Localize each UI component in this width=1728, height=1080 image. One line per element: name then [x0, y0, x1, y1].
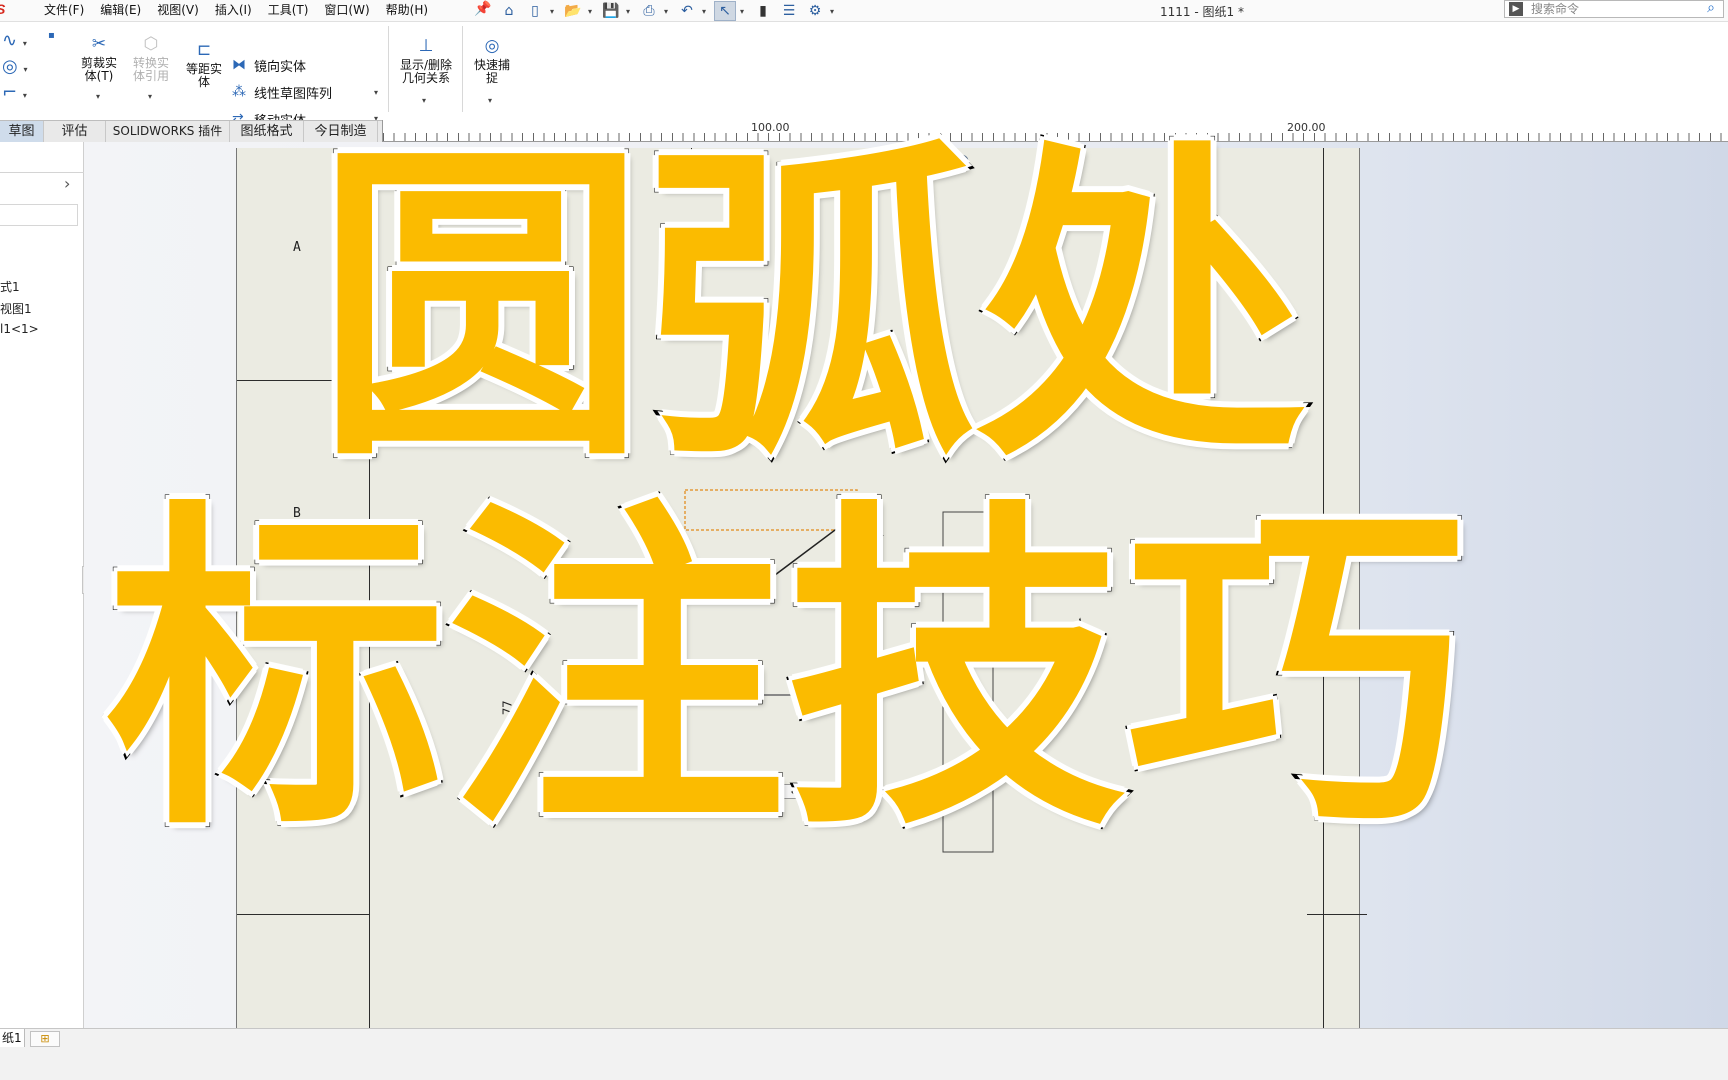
- undo-icon[interactable]: ↶: [676, 1, 698, 21]
- search-commands-field[interactable]: ▶ 搜索命令 ⌕: [1504, 0, 1724, 18]
- chevron-down-icon[interactable]: ▾: [664, 7, 672, 16]
- convert-entities-icon: ⬡: [143, 34, 159, 54]
- mirror-label: 镜向实体: [254, 59, 307, 75]
- file-properties-icon[interactable]: ☰: [778, 1, 800, 21]
- offset-entities-button[interactable]: ⊏ 等距实 体: [180, 40, 228, 89]
- linear-pattern-label: 线性草图阵列: [254, 86, 333, 102]
- filter-field[interactable]: [0, 204, 78, 226]
- menu-window[interactable]: 窗口(W): [324, 0, 369, 22]
- convert-label: 转换实 体引用: [132, 56, 169, 83]
- sheet-tab[interactable]: 纸1: [0, 1029, 25, 1047]
- linear-pattern-icon: ⁂: [232, 84, 246, 100]
- trim-entities-button[interactable]: ✂ 剪裁实 体(T): [74, 34, 124, 83]
- chevron-down-icon[interactable]: ▾: [702, 7, 710, 16]
- tab-sketch[interactable]: 草图: [0, 121, 44, 142]
- convert-entities-button[interactable]: ⬡ 转换实 体引用: [126, 34, 176, 83]
- tree-item-part[interactable]: l1<1>: [0, 322, 39, 336]
- pin-menu-icon[interactable]: 📌: [474, 1, 491, 17]
- chevron-down-icon[interactable]: ▾: [374, 88, 378, 97]
- mirror-icon: ⧓: [232, 57, 246, 73]
- trim-label: 剪裁实 体(T): [80, 56, 117, 83]
- quick-snap-icon: ◎: [484, 36, 500, 56]
- trim-icon: ✂: [91, 34, 107, 54]
- offset-icon: ⊏: [196, 40, 212, 60]
- home-icon[interactable]: ⌂: [498, 1, 520, 21]
- ribbon-separator: [388, 26, 389, 112]
- options-gear-icon[interactable]: ⚙: [804, 1, 826, 21]
- save-icon[interactable]: 💾: [600, 1, 622, 21]
- tab-solidworks-addins[interactable]: SOLIDWORKS 插件: [106, 121, 230, 142]
- quick-snaps-button[interactable]: ◎ 快速捕 捉: [468, 36, 516, 85]
- menu-help[interactable]: 帮助(H): [386, 0, 428, 22]
- status-bar: 纸1 ⊞: [0, 1028, 1728, 1080]
- menu-bar: S 文件(F) 编辑(E) 视图(V) 插入(I) 工具(T) 窗口(W) 帮助…: [0, 0, 1728, 22]
- document-title: 1111 - 图纸1 *: [1160, 5, 1244, 19]
- chevron-down-icon[interactable]: ▾: [588, 7, 596, 16]
- circle-icon[interactable]: ◎ ▾: [0, 56, 60, 82]
- relations-label: 显示/删除 几何关系: [399, 58, 453, 85]
- search-placeholder: 搜索命令: [1531, 2, 1580, 16]
- ribbon-separator: [462, 26, 463, 112]
- quick-snap-label: 快速捕 捉: [473, 58, 510, 85]
- add-sheet-icon[interactable]: ⊞: [30, 1031, 60, 1047]
- relations-icon: ⊥: [418, 36, 434, 56]
- open-icon[interactable]: 📂: [562, 1, 584, 21]
- menu-edit[interactable]: 编辑(E): [100, 0, 141, 22]
- menu-insert[interactable]: 插入(I): [215, 0, 252, 22]
- linear-sketch-pattern-button[interactable]: ⁂ 线性草图阵列: [232, 81, 332, 103]
- chevron-down-icon[interactable]: ▾: [96, 92, 100, 101]
- quick-access-toolbar: ⌂ ▯ ▾ 📂 ▾ 💾 ▾ ⎙ ▾ ↶ ▾ ↖ ▾ ▮ ☰ ⚙ ▾: [498, 0, 838, 22]
- mirror-entities-button[interactable]: ⧓ 镜向实体: [232, 54, 306, 76]
- fillet-icon[interactable]: ⌐ ▾: [0, 82, 60, 108]
- search-icon[interactable]: ⌕: [1707, 0, 1715, 16]
- panel-divider: [0, 172, 84, 173]
- point-icon[interactable]: ▪: [48, 30, 55, 41]
- overlay-title-line1: 圆弧处: [312, 116, 1311, 500]
- menu-file[interactable]: 文件(F): [44, 0, 84, 22]
- tree-item-sheet-format[interactable]: 式1: [0, 278, 20, 295]
- chevron-down-icon[interactable]: ▾: [740, 7, 748, 16]
- search-scope-icon[interactable]: ▶: [1509, 2, 1523, 16]
- new-document-icon[interactable]: ▯: [524, 1, 546, 21]
- tab-sheet-format[interactable]: 图纸格式: [230, 121, 304, 142]
- chevron-down-icon[interactable]: ▾: [830, 7, 838, 16]
- command-ribbon: ∿ ▾ ◎ ▾ ⌐ ▾ ▪ ✂ 剪裁实 体(T) ▾ ⬡ 转换实 体引用 ▾ ⊏…: [0, 22, 1728, 129]
- print-icon[interactable]: ⎙: [638, 1, 660, 21]
- overlay-title-line2: 标注技巧: [102, 475, 1471, 871]
- offset-label: 等距实 体: [185, 62, 222, 89]
- chevron-down-icon[interactable]: ▾: [626, 7, 634, 16]
- chevron-down-icon[interactable]: ▾: [148, 92, 152, 101]
- chevron-down-icon[interactable]: ▾: [550, 7, 558, 16]
- tree-item-drawing-view[interactable]: 视图1: [0, 300, 32, 317]
- feature-manager-panel: › 式1 视图1 l1<1> ⁝: [0, 142, 90, 1028]
- select-pointer-icon[interactable]: ↖: [714, 1, 736, 21]
- tab-evaluate[interactable]: 评估: [44, 121, 106, 142]
- sketch-tools-column: ∿ ▾ ◎ ▾ ⌐ ▾ ▪: [0, 30, 60, 108]
- traffic-light-icon[interactable]: ▮: [752, 1, 774, 21]
- chevron-down-icon[interactable]: ▾: [488, 96, 492, 105]
- menu-view[interactable]: 视图(V): [157, 0, 199, 22]
- main-menu: 文件(F) 编辑(E) 视图(V) 插入(I) 工具(T) 窗口(W) 帮助(H…: [44, 0, 428, 22]
- chevron-right-icon[interactable]: ›: [64, 174, 70, 193]
- display-delete-relations-button[interactable]: ⊥ 显示/删除 几何关系: [394, 36, 458, 85]
- solidworks-logo[interactable]: S: [0, 1, 5, 17]
- menu-tools[interactable]: 工具(T): [268, 0, 309, 22]
- chevron-down-icon[interactable]: ▾: [422, 96, 426, 105]
